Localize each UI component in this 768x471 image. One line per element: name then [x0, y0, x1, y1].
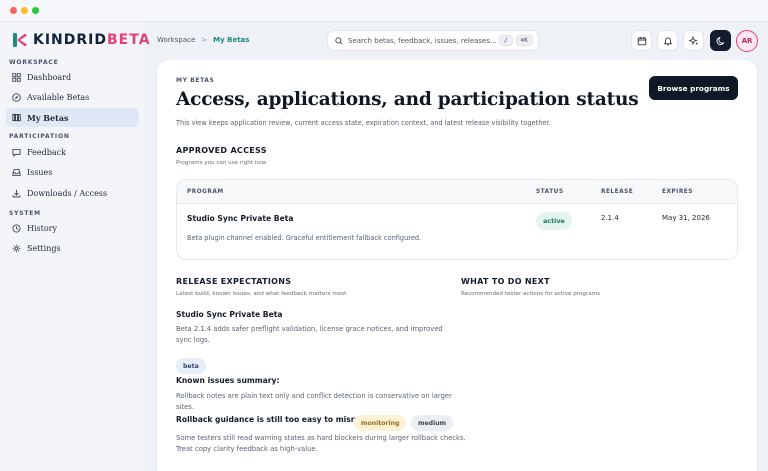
grid-icon [12, 73, 21, 82]
page-eyebrow: MY BETAS [176, 77, 215, 84]
table-header: PROGRAM STATUS RELEASE EXPIRES [177, 180, 737, 204]
section-label-workspace: WORKSPACE [9, 59, 59, 66]
release-summary: Beta 2.1.4 adds safer preflight validati… [176, 325, 443, 344]
sidebar-item-label: History [27, 224, 58, 233]
sidebar-item-available-betas[interactable]: Available Betas [6, 88, 139, 107]
app-window: KINDRIDBETA WORKSPACE Dashboard Availabl… [0, 0, 768, 471]
breadcrumb-root-link[interactable]: Workspace [157, 36, 195, 44]
sidebar-item-my-betas[interactable]: My Betas [6, 108, 139, 127]
bell-icon [663, 37, 672, 46]
minimize-window-button[interactable] [21, 7, 28, 14]
channel-tag: beta [176, 358, 206, 374]
shortcut-slash-hint: / [499, 35, 513, 46]
compass-icon [12, 93, 21, 102]
issue-title: Rollback guidance is still too easy to m… [176, 415, 371, 424]
breadcrumb-separator: > [201, 36, 208, 44]
page-title: Access, applications, and participation … [176, 89, 639, 110]
status-badge: active [536, 212, 572, 230]
sidebar-item-issues[interactable]: Issues [6, 163, 139, 182]
sparkle-icon [688, 35, 698, 45]
breadcrumb-current: My Betas [213, 36, 250, 44]
notifications-button[interactable] [657, 30, 678, 51]
shortcut-cmd-k-hint: ⌘K [515, 35, 533, 46]
approved-access-table: PROGRAM STATUS RELEASE EXPIRES Studio Sy… [176, 179, 738, 260]
approved-access-heading: APPROVED ACCESS [176, 146, 267, 155]
expiry-date: May 31, 2026 [662, 214, 710, 222]
message-icon [12, 148, 21, 157]
known-issues-label: Known issues summary: [176, 376, 280, 385]
section-label-system: SYSTEM [9, 210, 41, 217]
sidebar-item-label: Dashboard [27, 73, 72, 82]
sidebar-item-label: Issues [27, 168, 53, 177]
search-input[interactable] [348, 36, 496, 45]
sidebar-item-label: Available Betas [27, 93, 90, 102]
release-version: 2.1.4 [601, 214, 619, 222]
breadcrumb: Workspace > My Betas [157, 36, 249, 44]
library-icon [12, 113, 21, 122]
sidebar-item-history[interactable]: History [6, 219, 139, 238]
page-subtitle: This view keeps application review, curr… [176, 119, 551, 127]
sidebar-item-feedback[interactable]: Feedback [6, 143, 139, 162]
calendar-button[interactable] [631, 30, 652, 51]
sidebar-item-label: Feedback [27, 148, 66, 157]
top-bar: Workspace > My Betas / ⌘K AR [145, 22, 768, 60]
download-icon [12, 189, 21, 198]
program-name: Studio Sync Private Beta [187, 214, 294, 223]
browse-programs-button[interactable]: Browse programs [649, 76, 738, 100]
column-header-status: STATUS [536, 189, 564, 195]
what-to-do-next-heading: WHAT TO DO NEXT [461, 277, 550, 286]
close-window-button[interactable] [10, 7, 17, 14]
section-label-participation: PARTICIPATION [9, 133, 70, 140]
column-header-expires: EXPIRES [662, 189, 693, 195]
search-icon [335, 36, 343, 44]
gear-icon [12, 244, 21, 253]
sidebar-item-label: Settings [27, 244, 61, 253]
known-issues-summary: Rollback notes are plain text only and c… [176, 392, 452, 411]
brand-primary-text: KINDRID [33, 32, 108, 48]
theme-toggle-button[interactable] [710, 30, 731, 51]
release-expectations-heading: RELEASE EXPECTATIONS [176, 277, 292, 286]
logo-mark-icon [12, 32, 28, 48]
issue-description: Some testers still read warning states a… [176, 434, 466, 453]
brand-name: KINDRIDBETA [33, 32, 151, 48]
brand-logo[interactable]: KINDRIDBETA [12, 31, 151, 49]
release-program-name: Studio Sync Private Beta [176, 310, 283, 319]
ai-assist-button[interactable] [683, 30, 704, 51]
sidebar-item-settings[interactable]: Settings [6, 239, 139, 258]
history-icon [12, 224, 21, 233]
column-header-release: RELEASE [601, 189, 634, 195]
inbox-icon [12, 168, 21, 177]
sidebar-item-label: My Betas [27, 112, 69, 123]
sidebar-item-dashboard[interactable]: Dashboard [6, 68, 139, 87]
sidebar: KINDRIDBETA WORKSPACE Dashboard Availabl… [0, 22, 150, 471]
column-header-program: PROGRAM [187, 189, 224, 195]
calendar-icon [637, 36, 646, 45]
sidebar-item-downloads-access[interactable]: Downloads / Access [6, 184, 139, 203]
moon-icon [716, 36, 724, 45]
program-description: Beta plugin channel enabled. Graceful en… [187, 234, 422, 242]
issue-status-tag: monitoring [354, 415, 407, 431]
what-to-do-next-subheading: Recommended tester actions for active pr… [461, 291, 600, 297]
window-titlebar [0, 0, 768, 22]
main-content-card: MY BETAS Access, applications, and parti… [157, 60, 757, 471]
maximize-window-button[interactable] [32, 7, 39, 14]
user-avatar[interactable]: AR [736, 30, 758, 52]
search-box[interactable]: / ⌘K [327, 30, 539, 51]
issue-severity-tag: medium [411, 415, 454, 431]
approved-access-subheading: Programs you can use right now [176, 160, 267, 166]
sidebar-item-label: Downloads / Access [27, 189, 108, 198]
release-expectations-subheading: Latest build, known issues, and what fee… [176, 291, 347, 297]
